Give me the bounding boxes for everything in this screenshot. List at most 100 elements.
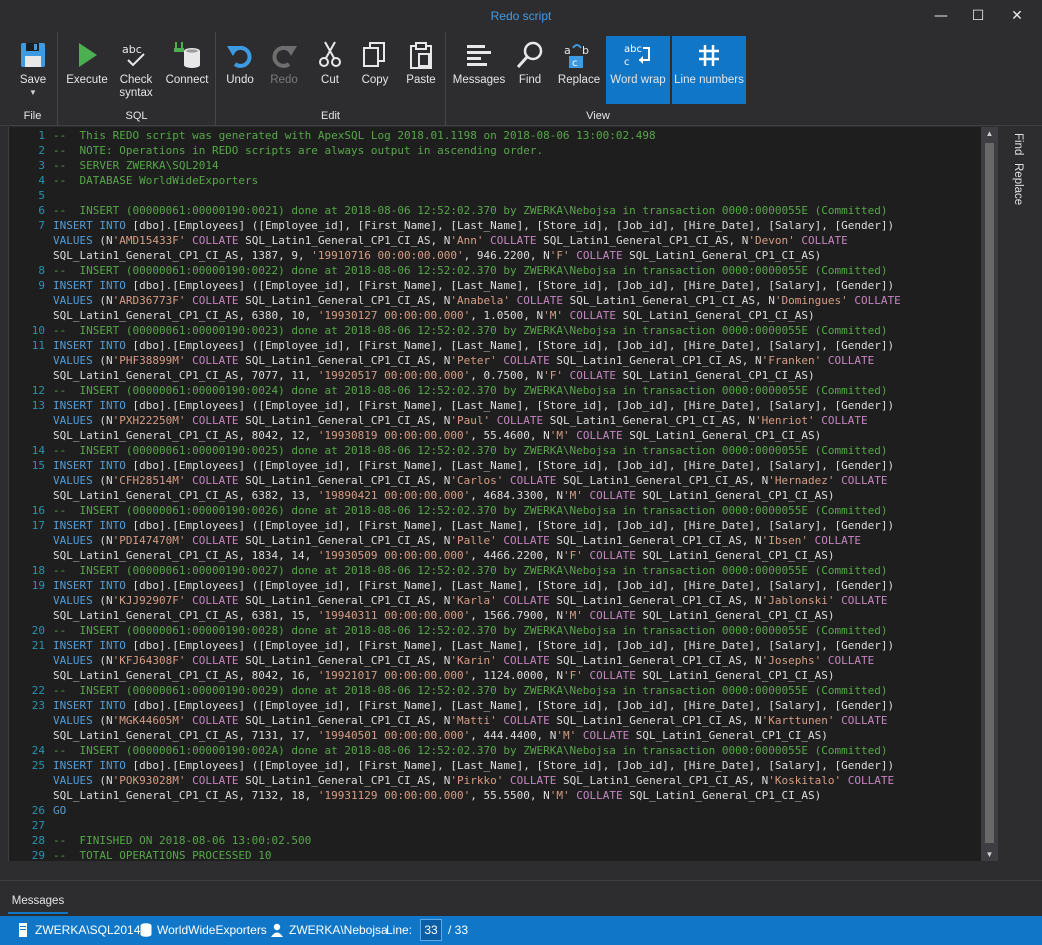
code-line[interactable]: 23 INSERT INTO [dbo].[Employees] ([Employ… <box>32 698 984 713</box>
minimize-button[interactable]: — <box>930 6 952 26</box>
code-line[interactable]: 29 -- TOTAL OPERATIONS PROCESSED 10 <box>32 848 984 861</box>
code-line[interactable]: 11 INSERT INTO [dbo].[Employees] ([Employ… <box>32 338 984 353</box>
code-line-text: VALUES (N'AMD15433F' COLLATE SQL_Latin1_… <box>53 234 848 247</box>
code-line-text: SQL_Latin1_General_CP1_CI_AS, 7131, 17, … <box>53 729 828 742</box>
code-line[interactable]: VALUES (N'AMD15433F' COLLATE SQL_Latin1_… <box>53 233 984 248</box>
code-line[interactable]: 16 -- INSERT (00000061:00000190:0026) don… <box>32 503 984 518</box>
code-line[interactable]: 6 -- INSERT (00000061:00000190:0021) done… <box>38 203 984 218</box>
messages-icon <box>467 45 491 66</box>
code-line[interactable]: 9 INSERT INTO [dbo].[Employees] ([Employe… <box>38 278 984 293</box>
code-line[interactable]: VALUES (N'CFH28514M' COLLATE SQL_Latin1_… <box>53 473 984 488</box>
line-numbers-button[interactable]: Line numbers <box>672 36 746 104</box>
code-line[interactable]: 5 <box>38 188 984 203</box>
line-number: 9 <box>38 279 45 292</box>
code-line[interactable]: SQL_Latin1_General_CP1_CI_AS, 6382, 13, … <box>53 488 984 503</box>
code-line-text: INSERT INTO [dbo].[Employees] ([Employee… <box>53 579 895 592</box>
replace-button[interactable]: a b c Replace <box>554 36 604 104</box>
code-line[interactable]: SQL_Latin1_General_CP1_CI_AS, 8042, 12, … <box>53 428 984 443</box>
script-editor[interactable]: 1 -- This REDO script was generated with … <box>8 127 998 861</box>
scroll-up-icon[interactable]: ▲ <box>981 129 998 138</box>
scroll-down-icon[interactable]: ▼ <box>981 850 998 859</box>
code-line[interactable]: 14 -- INSERT (00000061:00000190:0025) don… <box>32 443 984 458</box>
code-line[interactable]: 18 -- INSERT (00000061:00000190:0027) don… <box>32 563 984 578</box>
code-line[interactable]: 1 -- This REDO script was generated with … <box>38 128 984 143</box>
server-icon <box>19 923 27 937</box>
code-line[interactable]: 22 -- INSERT (00000061:00000190:0029) don… <box>32 683 984 698</box>
code-line[interactable]: 13 INSERT INTO [dbo].[Employees] ([Employ… <box>32 398 984 413</box>
code-line[interactable]: VALUES (N'PXH22250M' COLLATE SQL_Latin1_… <box>53 413 984 428</box>
save-button[interactable]: Save ▼ <box>8 36 58 104</box>
code-line[interactable]: 25 INSERT INTO [dbo].[Employees] ([Employ… <box>32 758 984 773</box>
code-line-text: -- DATABASE WorldWideExporters <box>53 174 259 187</box>
scroll-thumb[interactable] <box>985 143 994 843</box>
connect-label: Connect <box>165 74 209 86</box>
undo-button[interactable]: Undo <box>220 36 260 104</box>
code-line[interactable]: VALUES (N'KJJ92907F' COLLATE SQL_Latin1_… <box>53 593 984 608</box>
messages-button[interactable]: Messages <box>452 36 506 104</box>
find-side-tab[interactable]: Find <box>1012 133 1024 155</box>
code-line-text: -- INSERT (00000061:00000190:0022) done … <box>53 264 888 277</box>
code-line[interactable]: 17 INSERT INTO [dbo].[Employees] ([Employ… <box>32 518 984 533</box>
code-line-text: VALUES (N'PXH22250M' COLLATE SQL_Latin1_… <box>53 414 868 427</box>
cut-button[interactable]: Cut <box>310 36 350 104</box>
tab-messages[interactable]: Messages <box>8 888 68 914</box>
code-line[interactable]: 10 -- INSERT (00000061:00000190:0023) don… <box>32 323 984 338</box>
line-number: 3 <box>38 159 45 172</box>
code-line[interactable]: SQL_Latin1_General_CP1_CI_AS, 7132, 18, … <box>53 788 984 803</box>
code-line[interactable]: SQL_Latin1_General_CP1_CI_AS, 7077, 11, … <box>53 368 984 383</box>
code-line[interactable]: 7 INSERT INTO [dbo].[Employees] ([Employe… <box>38 218 984 233</box>
find-button[interactable]: Find <box>510 36 550 104</box>
code-line[interactable]: VALUES (N'PDI47470M' COLLATE SQL_Latin1_… <box>53 533 984 548</box>
code-line[interactable]: 21 INSERT INTO [dbo].[Employees] ([Employ… <box>32 638 984 653</box>
code-line[interactable]: VALUES (N'POK93028M' COLLATE SQL_Latin1_… <box>53 773 984 788</box>
code-line[interactable]: 2 -- NOTE: Operations in REDO scripts are… <box>38 143 984 158</box>
replace-side-tab[interactable]: Replace <box>1012 163 1024 205</box>
code-line[interactable]: 3 -- SERVER ZWERKA\SQL2014 <box>38 158 984 173</box>
code-line[interactable]: VALUES (N'MGK44605M' COLLATE SQL_Latin1_… <box>53 713 984 728</box>
execute-button[interactable]: Execute <box>64 36 110 104</box>
code-line[interactable]: 28 -- FINISHED ON 2018-08-06 13:00:02.500 <box>32 833 984 848</box>
code-line[interactable]: 27 <box>32 818 984 833</box>
redo-button[interactable]: Redo <box>264 36 304 104</box>
code-line[interactable]: 15 INSERT INTO [dbo].[Employees] ([Employ… <box>32 458 984 473</box>
word-wrap-button[interactable]: abc c Word wrap <box>606 36 670 104</box>
code-line[interactable]: VALUES (N'KFJ64308F' COLLATE SQL_Latin1_… <box>53 653 984 668</box>
code-line[interactable]: SQL_Latin1_General_CP1_CI_AS, 6380, 10, … <box>53 308 984 323</box>
redo-icon <box>272 45 297 68</box>
status-database: WorldWideExporters <box>157 923 267 937</box>
copy-button[interactable]: Copy <box>354 36 396 104</box>
code-line[interactable]: VALUES (N'PHF38899M' COLLATE SQL_Latin1_… <box>53 353 984 368</box>
status-line-current[interactable]: 33 <box>420 919 442 941</box>
code-line[interactable]: SQL_Latin1_General_CP1_CI_AS, 1387, 9, '… <box>53 248 984 263</box>
code-line[interactable]: 26 GO <box>32 803 984 818</box>
window-title: Redo script <box>490 9 552 23</box>
code-line[interactable]: VALUES (N'ARD36773F' COLLATE SQL_Latin1_… <box>53 293 984 308</box>
code-line-text: VALUES (N'PHF38899M' COLLATE SQL_Latin1_… <box>53 354 875 367</box>
check-syntax-button[interactable]: abc Check syntax <box>112 36 160 104</box>
edit-group: Undo Redo Cut Copy Paste Edit <box>216 32 446 126</box>
code-line-text: INSERT INTO [dbo].[Employees] ([Employee… <box>53 219 895 232</box>
code-line[interactable]: 19 INSERT INTO [dbo].[Employees] ([Employ… <box>32 578 984 593</box>
code-line-text: VALUES (N'POK93028M' COLLATE SQL_Latin1_… <box>53 774 895 787</box>
paste-button[interactable]: Paste <box>400 36 442 104</box>
code-line[interactable]: SQL_Latin1_General_CP1_CI_AS, 6381, 15, … <box>53 608 984 623</box>
code-line[interactable]: 4 -- DATABASE WorldWideExporters <box>38 173 984 188</box>
code-line-text: -- TOTAL OPERATIONS PROCESSED 10 <box>53 849 272 861</box>
code-lines[interactable]: 1 -- This REDO script was generated with … <box>32 128 984 861</box>
code-line[interactable]: SQL_Latin1_General_CP1_CI_AS, 8042, 16, … <box>53 668 984 683</box>
maximize-button[interactable]: ☐ <box>967 6 989 26</box>
code-line-text: -- INSERT (00000061:00000190:0027) done … <box>53 564 888 577</box>
connect-button[interactable]: Connect <box>162 36 212 104</box>
vertical-scrollbar[interactable]: ▲ ▼ <box>981 127 998 861</box>
code-line[interactable]: SQL_Latin1_General_CP1_CI_AS, 7131, 17, … <box>53 728 984 743</box>
code-line-text: SQL_Latin1_General_CP1_CI_AS, 1834, 14, … <box>53 549 835 562</box>
code-line[interactable]: SQL_Latin1_General_CP1_CI_AS, 1834, 14, … <box>53 548 984 563</box>
code-line[interactable]: 12 -- INSERT (00000061:00000190:0024) don… <box>32 383 984 398</box>
code-line[interactable]: 8 -- INSERT (00000061:00000190:0022) done… <box>38 263 984 278</box>
code-line[interactable]: 24 -- INSERT (00000061:00000190:002A) don… <box>32 743 984 758</box>
svg-text:a: a <box>564 44 571 57</box>
code-line-text: -- INSERT (00000061:00000190:002A) done … <box>53 744 888 757</box>
close-button[interactable]: ✕ <box>1006 6 1028 26</box>
code-line-text: INSERT INTO [dbo].[Employees] ([Employee… <box>53 459 895 472</box>
code-line[interactable]: 20 -- INSERT (00000061:00000190:0028) don… <box>32 623 984 638</box>
